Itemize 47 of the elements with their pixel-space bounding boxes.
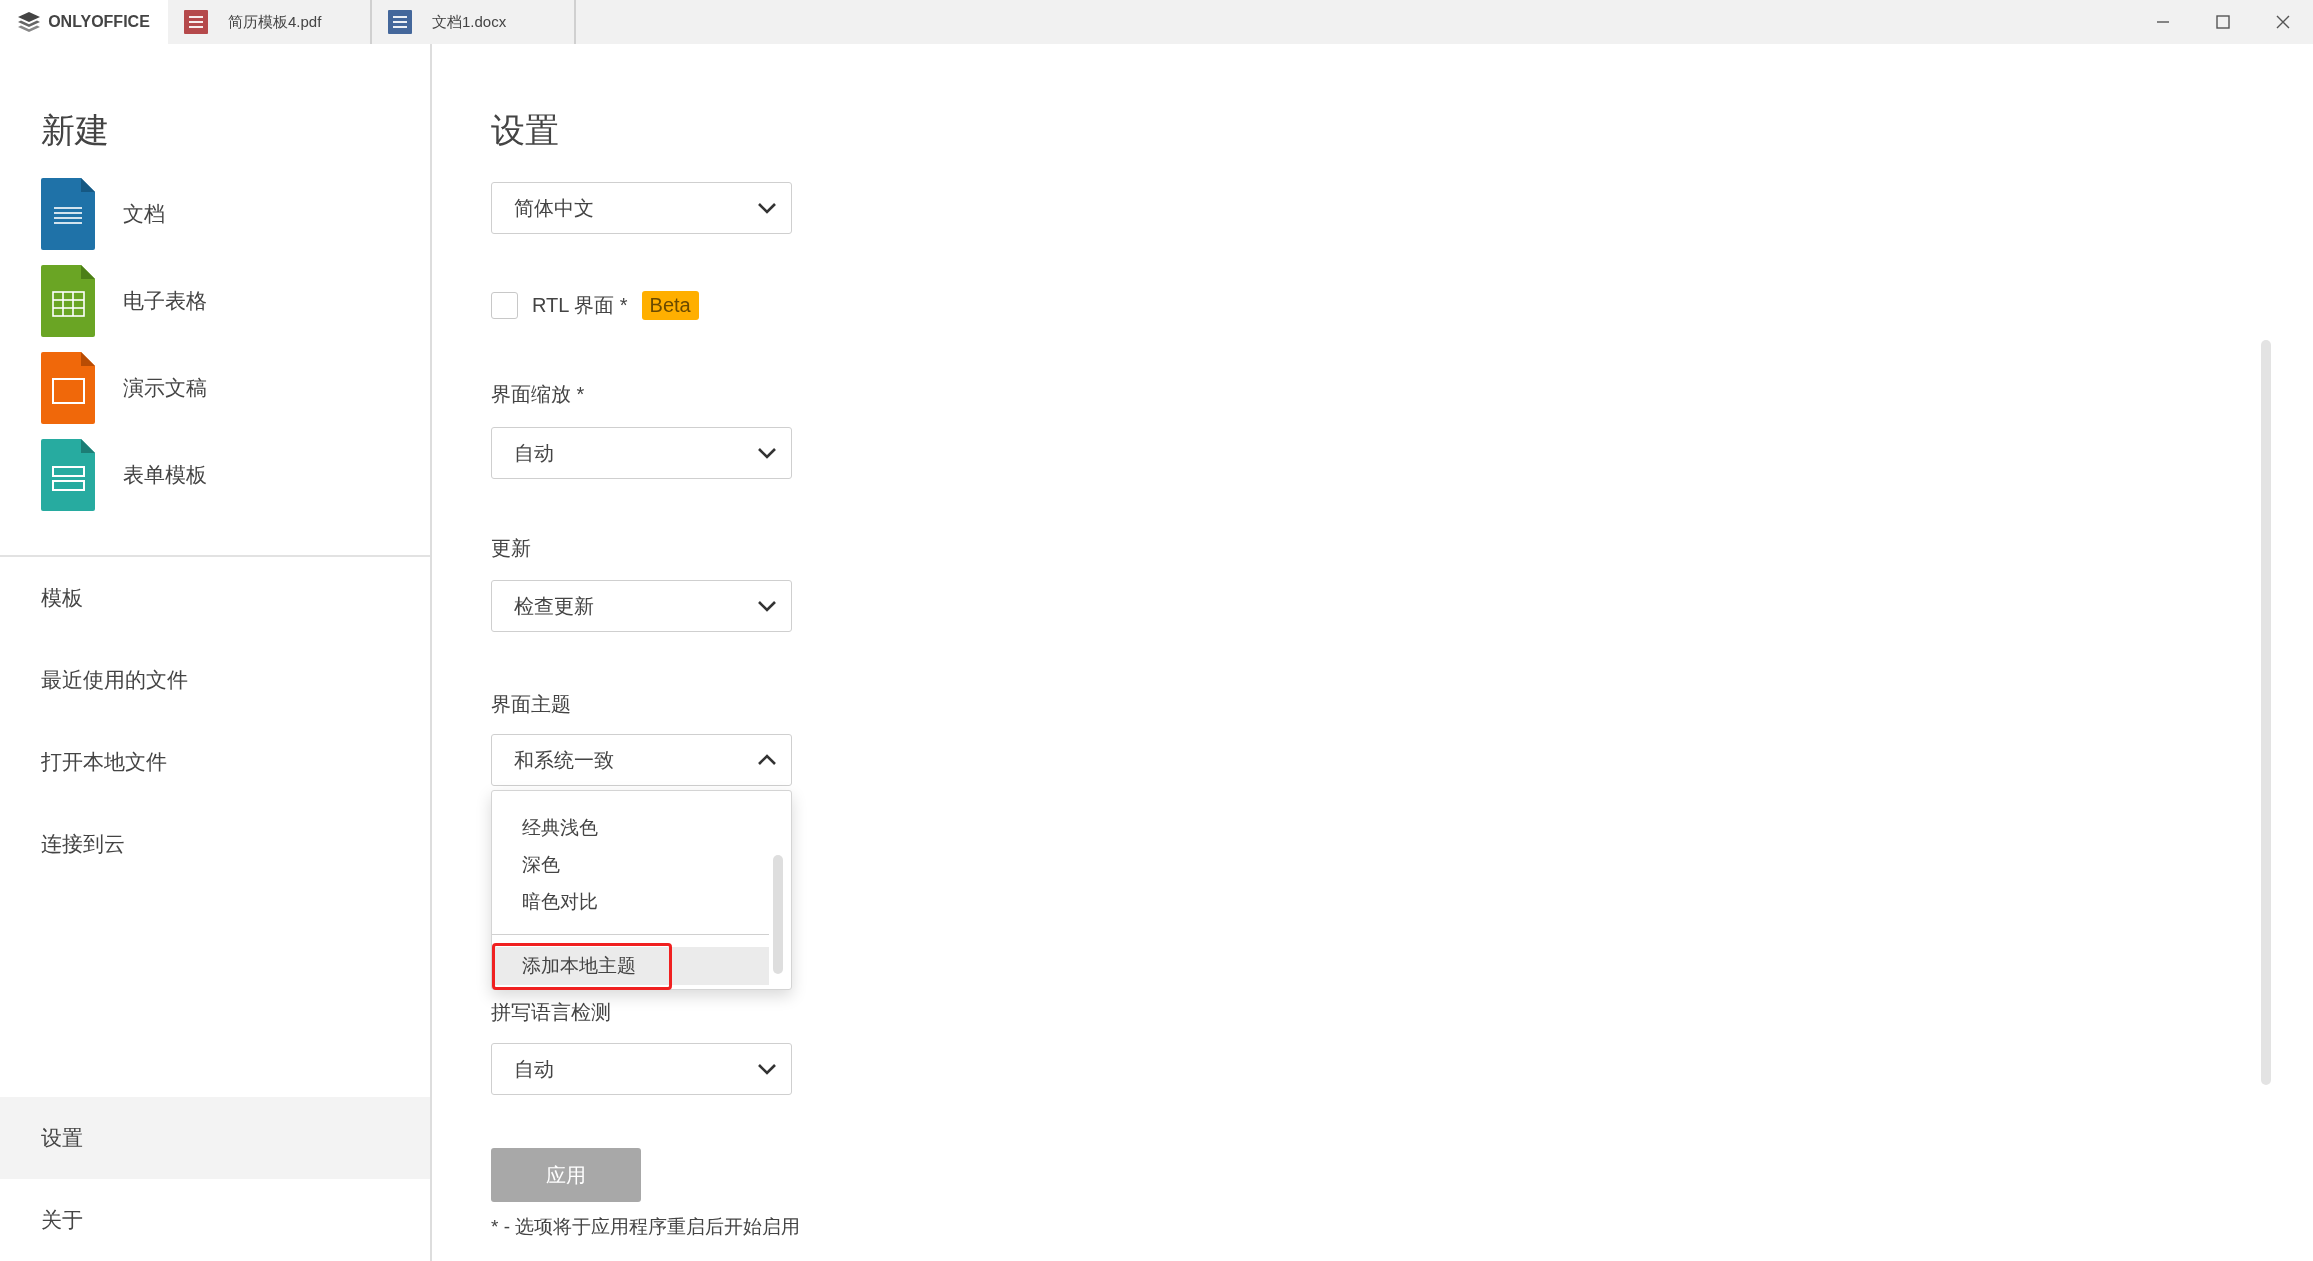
sidebar-item[interactable]: 关于 <box>0 1179 430 1261</box>
file-icon <box>388 10 412 34</box>
checkbox[interactable] <box>491 291 518 319</box>
document-icon <box>41 177 95 250</box>
field-label: 界面缩放 * <box>491 382 586 407</box>
create-item[interactable]: 文档 <box>123 199 165 228</box>
chevron-icon <box>757 447 777 459</box>
sidebar-item[interactable]: 打开本地文件 <box>0 721 430 803</box>
maximize-icon <box>2216 15 2230 29</box>
sidebar-item[interactable]: 最近使用的文件 <box>0 639 430 721</box>
app-name: ONLYOFFICE <box>48 13 150 31</box>
sidebar-item[interactable]: 设置 <box>0 1097 430 1179</box>
dropdown-select[interactable]: 自动 <box>491 427 792 479</box>
scrollbar[interactable] <box>2261 340 2271 1085</box>
file-icon <box>184 10 208 34</box>
chevron-icon <box>757 754 777 766</box>
presentation-icon <box>41 351 95 424</box>
logo-icon <box>18 12 41 32</box>
section-title: 新建 <box>40 110 110 151</box>
create-item[interactable]: 表单模板 <box>123 460 207 489</box>
dropdown-select[interactable]: 简体中文 <box>491 182 792 234</box>
chevron-icon <box>757 1063 777 1075</box>
menu-option[interactable]: 添加本地主题 <box>492 947 769 985</box>
page-title: 设置 <box>491 110 560 151</box>
spreadsheet-icon <box>41 264 95 337</box>
field-label: 更新 <box>491 536 532 561</box>
dropdown-select[interactable]: 检查更新 <box>491 580 792 632</box>
scrollbar[interactable] <box>773 855 783 974</box>
beta-badge: Beta <box>641 290 699 320</box>
footnote: * - 选项将于应用程序重启后开始启用 <box>491 1215 802 1239</box>
field-label: 拼写语言检测 <box>491 1000 612 1025</box>
menu-option[interactable]: 暗色对比 <box>492 883 769 920</box>
close-icon <box>2276 15 2290 29</box>
create-item[interactable]: 电子表格 <box>123 286 207 315</box>
field-label: 界面主题 <box>491 692 572 717</box>
chevron-icon <box>757 600 777 612</box>
sidebar-item[interactable]: 模板 <box>0 557 430 639</box>
home-tab[interactable]: ONLYOFFICE <box>0 0 168 44</box>
sidebar-item[interactable]: 连接到云 <box>0 803 430 885</box>
menu-option[interactable]: 深色 <box>492 846 769 883</box>
menu-option[interactable]: 经典浅色 <box>492 809 769 846</box>
checkbox-label: RTL 界面 * <box>532 292 628 318</box>
chevron-icon <box>757 202 777 214</box>
form-icon <box>41 438 95 511</box>
dropdown-select[interactable]: 和系统一致 <box>491 734 792 786</box>
create-item[interactable]: 演示文稿 <box>123 373 207 402</box>
dropdown-select[interactable]: 自动 <box>491 1043 792 1095</box>
